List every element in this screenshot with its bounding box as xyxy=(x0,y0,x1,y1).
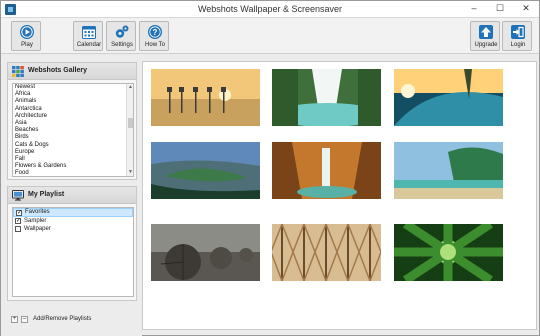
gallery-category-item[interactable]: Asia xyxy=(13,120,133,127)
login-icon xyxy=(511,25,525,39)
playlist-actions: + – Add/Remove Playlists xyxy=(11,315,139,325)
gallery-category-list[interactable]: Newest Africa Animals Antarctica Architectur… xyxy=(12,83,134,177)
tropical-leaves-icon xyxy=(394,224,503,281)
wallpaper-thumbnail[interactable] xyxy=(394,142,503,199)
gallery-section: Webshots Gallery Newest Africa Animals Anta… xyxy=(7,62,137,180)
green-island-lake-icon xyxy=(151,142,260,199)
tropical-beach-cliff-icon xyxy=(394,142,503,199)
gallery-category-item[interactable]: Europe xyxy=(13,149,133,156)
turquoise-waterfall-icon xyxy=(272,69,381,126)
boulders-beach-icon xyxy=(151,224,260,281)
title-bar: Webshots Wallpaper & Screensaver – ☐ ✕ xyxy=(1,1,539,18)
canyon-waterfall-icon xyxy=(272,142,381,199)
gallery-category-item[interactable]: Antarctica xyxy=(13,106,133,113)
gallery-category-item[interactable]: Flowers & Gardens xyxy=(13,163,133,170)
gallery-category-item[interactable]: Animals xyxy=(13,98,133,105)
gallery-category-item[interactable]: Architecture xyxy=(13,113,133,120)
wallpaper-thumbnail[interactable] xyxy=(272,69,381,126)
gallery-category-item[interactable]: Newest xyxy=(13,84,133,91)
play-button[interactable]: Play xyxy=(11,21,41,51)
wallpaper-thumbnail[interactable] xyxy=(272,142,381,199)
close-button[interactable]: ✕ xyxy=(513,1,539,17)
gears-icon xyxy=(115,25,129,38)
playlist-item[interactable]: ✓ Favorites xyxy=(13,208,133,217)
wallpaper-thumbnail[interactable] xyxy=(272,224,381,281)
app-window: Webshots Wallpaper & Screensaver – ☐ ✕ P… xyxy=(0,0,540,336)
playlist-checkbox[interactable] xyxy=(15,226,21,232)
maximize-button[interactable]: ☐ xyxy=(487,1,513,17)
help-icon: ? xyxy=(148,25,162,39)
gallery-title: Webshots Gallery xyxy=(28,67,88,74)
gallery-scrollbar[interactable]: ▲ ▼ xyxy=(126,84,133,176)
add-remove-playlists-link[interactable]: Add/Remove Playlists xyxy=(33,316,91,322)
svg-text:?: ? xyxy=(153,28,158,37)
login-button[interactable]: Login xyxy=(502,21,532,51)
window-title: Webshots Wallpaper & Screensaver xyxy=(197,4,343,14)
remove-playlist-button[interactable]: – xyxy=(21,316,28,323)
monitor-icon xyxy=(12,190,24,201)
playlist-item-label: Sampler xyxy=(24,218,47,224)
minimize-button[interactable]: – xyxy=(461,1,487,17)
wallpaper-thumbnail[interactable] xyxy=(151,142,260,199)
stilt-fishermen-sunset-icon xyxy=(151,69,260,126)
wallpaper-grid xyxy=(142,61,537,330)
playlist-item[interactable]: Wallpaper xyxy=(13,225,133,233)
how-to-button[interactable]: ? How To xyxy=(139,21,169,51)
calendar-button[interactable]: Calendar xyxy=(73,21,103,51)
playlist-checkbox[interactable]: ✓ xyxy=(16,210,22,216)
wallpaper-thumbnail[interactable] xyxy=(151,224,260,281)
add-playlist-button[interactable]: + xyxy=(11,316,18,323)
gallery-grid-icon xyxy=(12,66,24,77)
login-label: Login xyxy=(510,42,526,48)
gallery-category-item[interactable]: Africa xyxy=(13,91,133,98)
settings-button[interactable]: Settings xyxy=(106,21,136,51)
vaulted-ceiling-icon xyxy=(272,224,381,281)
gallery-category-item[interactable]: Birds xyxy=(13,134,133,141)
wallpaper-thumbnail[interactable] xyxy=(394,224,503,281)
playlist-title: My Playlist xyxy=(28,191,65,198)
gallery-category-item[interactable]: Food xyxy=(13,170,133,176)
sunset-wave-icon xyxy=(394,69,503,126)
scroll-down-icon[interactable]: ▼ xyxy=(128,170,133,175)
scrollbar-thumb[interactable] xyxy=(128,118,133,128)
calendar-icon xyxy=(82,26,96,39)
wallpaper-thumbnail[interactable] xyxy=(151,69,260,126)
upgrade-arrow-icon xyxy=(479,25,493,39)
wallpaper-thumbnail[interactable] xyxy=(394,69,503,126)
gallery-category-item[interactable]: Beaches xyxy=(13,127,133,134)
playlist-section: My Playlist ✓ Favorites ✓ Sampler Wallpaper xyxy=(7,186,137,301)
playlist-list: ✓ Favorites ✓ Sampler Wallpaper xyxy=(12,207,134,297)
playlist-item[interactable]: ✓ Sampler xyxy=(13,217,133,225)
playlist-item-label: Wallpaper xyxy=(24,226,51,232)
scroll-up-icon[interactable]: ▲ xyxy=(128,85,133,90)
gallery-category-item[interactable]: Cats & Dogs xyxy=(13,142,133,149)
how-to-label: How To xyxy=(145,42,165,48)
playlist-checkbox[interactable]: ✓ xyxy=(15,218,21,224)
playlist-item-label: Favorites xyxy=(25,209,50,215)
left-panel: Webshots Gallery Newest Africa Animals Anta… xyxy=(1,55,142,336)
gallery-header: Webshots Gallery xyxy=(8,63,136,80)
play-label: Play xyxy=(21,42,33,48)
play-icon xyxy=(20,25,34,39)
upgrade-button[interactable]: Upgrade xyxy=(470,21,500,51)
gallery-category-item[interactable]: Fall xyxy=(13,156,133,163)
toolbar: Play Calendar Settings ? How To Upgrade … xyxy=(1,18,539,54)
playlist-header: My Playlist xyxy=(8,187,136,204)
